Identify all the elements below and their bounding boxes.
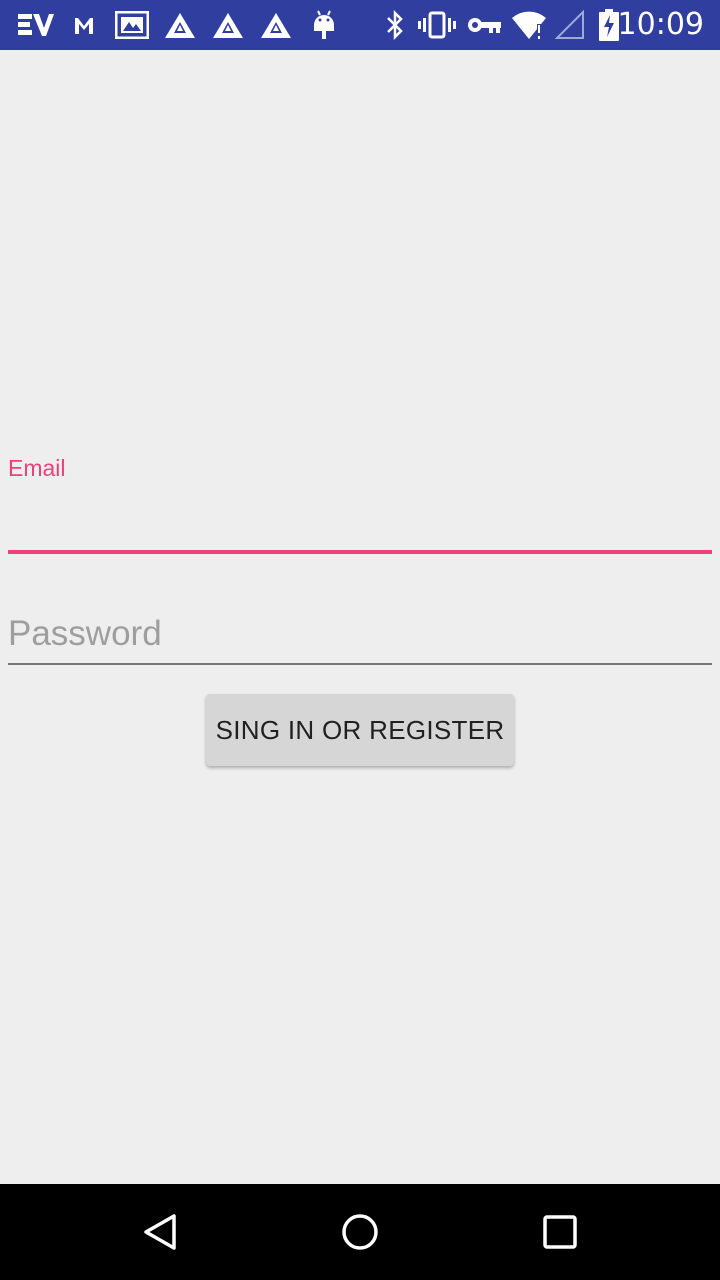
wifi-icon [510, 9, 548, 41]
vpn-key-icon [466, 9, 502, 41]
home-icon[interactable] [336, 1208, 384, 1256]
email-label: Email [8, 455, 66, 481]
password-field[interactable] [8, 605, 712, 665]
signal-icon [554, 9, 586, 41]
photo-icon [114, 9, 150, 41]
sign-in-or-register-button[interactable]: SING IN OR REGISTER [206, 694, 514, 766]
triangle-app-icon [164, 9, 196, 41]
gmail-icon [72, 9, 96, 41]
status-bar: 10:09 [0, 0, 720, 50]
bluetooth-icon [384, 9, 406, 41]
status-time: 10:09 [617, 7, 704, 42]
login-screen: 10:09 Email SING IN OR REGISTER [0, 0, 720, 1280]
triangle-app-icon [260, 9, 292, 41]
vibrate-icon [418, 9, 456, 41]
triangle-app-icon [212, 9, 244, 41]
email-field[interactable] [8, 490, 712, 554]
recents-icon[interactable] [536, 1208, 584, 1256]
back-icon[interactable] [136, 1208, 184, 1256]
ev-icon [18, 9, 54, 41]
navigation-bar [0, 1184, 720, 1280]
android-icon [310, 9, 338, 41]
